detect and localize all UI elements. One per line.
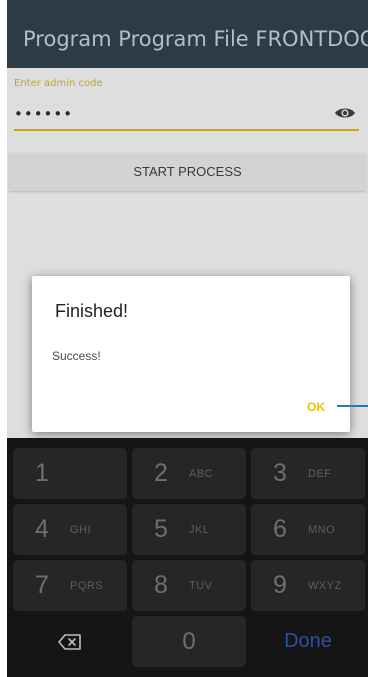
admin-code-label: Enter admin code — [14, 78, 103, 89]
key-2-number: 2 — [154, 459, 168, 487]
key-3[interactable]: 3 DEF — [251, 448, 365, 499]
dialog-title: Finished! — [55, 301, 129, 321]
key-3-letters: DEF — [308, 468, 332, 480]
key-2[interactable]: 2 ABC — [132, 448, 246, 499]
key-8[interactable]: 8 TUV — [132, 560, 246, 611]
key-6[interactable]: 6 MNO — [251, 504, 365, 555]
key-0-number: 0 — [182, 627, 196, 655]
key-6-letters: MNO — [308, 524, 336, 536]
dialog-message: Success! — [52, 349, 101, 363]
admin-code-input[interactable]: •••••• — [14, 105, 73, 123]
key-4-number: 4 — [35, 515, 49, 543]
key-7-number: 7 — [35, 571, 49, 599]
done-key-center: Done — [251, 616, 365, 667]
key-2-letters: ABC — [189, 468, 214, 480]
key-9-number: 9 — [273, 571, 287, 599]
key-0[interactable]: 0 — [132, 616, 246, 667]
key-6-number: 6 — [273, 515, 287, 543]
key-1[interactable]: 1 — [13, 448, 127, 499]
pointer-line — [337, 405, 368, 407]
start-process-button[interactable]: START PROCESS — [9, 153, 366, 191]
screen: Program Program File FRONTDOO... Enter a… — [7, 0, 368, 677]
backspace-key-center — [13, 616, 127, 667]
key-4-letters: GHI — [70, 524, 92, 536]
key-8-number: 8 — [154, 571, 168, 599]
key-4[interactable]: 4 GHI — [13, 504, 127, 555]
admin-code-underline — [14, 129, 359, 131]
backspace-icon — [58, 633, 81, 650]
backspace-key[interactable] — [13, 616, 127, 667]
app-bar: Program Program File FRONTDOO... — [7, 0, 368, 68]
finished-dialog: Finished! Success! OK — [32, 276, 350, 432]
key-7[interactable]: 7 PQRS — [13, 560, 127, 611]
app-bar-title: Program Program File FRONTDOO... — [23, 27, 368, 51]
key-5[interactable]: 5 JKL — [132, 504, 246, 555]
key-8-letters: TUV — [189, 580, 213, 592]
done-key-label: Done — [284, 630, 332, 652]
key-9[interactable]: 9 WXYZ — [251, 560, 365, 611]
dialog-ok-button[interactable]: OK — [307, 400, 325, 414]
numeric-keyboard: 1 2 ABC 3 DEF 4 GHI 5 JKL 6 MNO 7 PQRS 8… — [7, 438, 368, 677]
key-9-letters: WXYZ — [308, 580, 342, 592]
done-key[interactable]: Done — [251, 616, 365, 667]
key-5-number: 5 — [154, 515, 168, 543]
eye-icon[interactable] — [334, 106, 356, 120]
key-1-number: 1 — [35, 459, 49, 487]
key-3-number: 3 — [273, 459, 287, 487]
key-7-letters: PQRS — [70, 580, 104, 592]
key-5-letters: JKL — [189, 524, 210, 536]
key-0-center: 0 — [132, 616, 246, 667]
